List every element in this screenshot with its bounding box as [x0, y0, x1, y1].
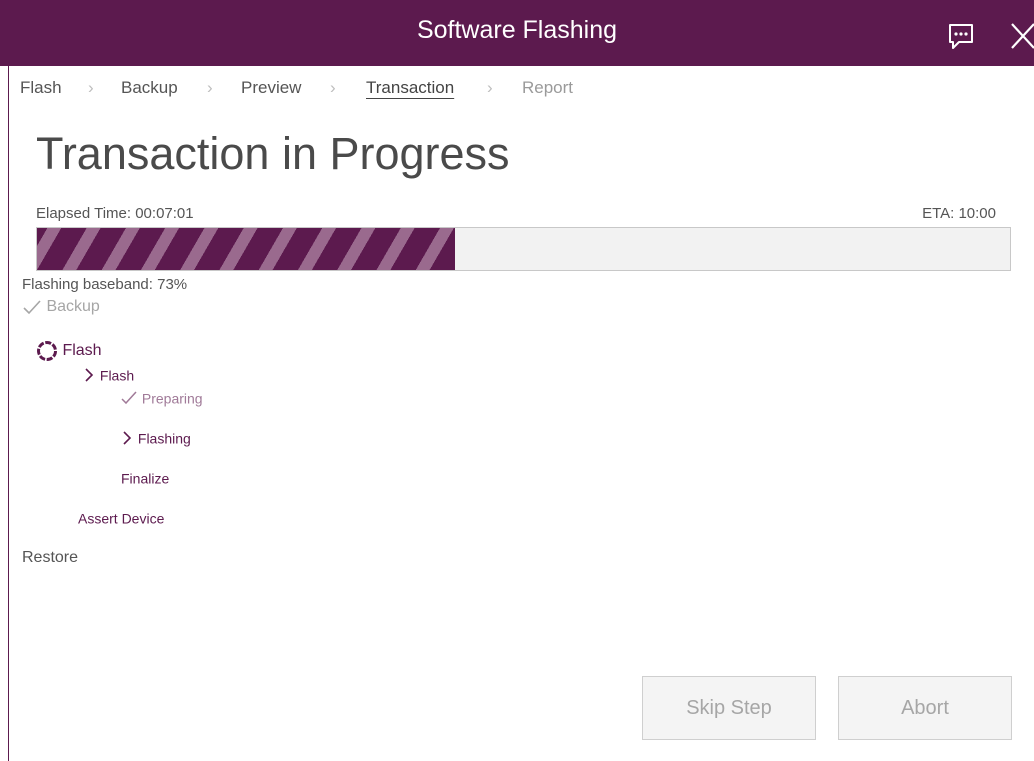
- breadcrumb-preview[interactable]: Preview: [241, 78, 301, 98]
- step-flashing: Flashing: [120, 429, 191, 447]
- breadcrumb-flash[interactable]: Flash: [20, 78, 62, 98]
- page-title: Transaction in Progress: [36, 128, 510, 179]
- step-label: Restore: [22, 549, 79, 566]
- chevron-right-icon: [85, 368, 94, 382]
- step-label: Backup: [46, 298, 100, 315]
- check-icon: [121, 391, 137, 405]
- close-icon: [1011, 23, 1034, 49]
- step-label: Flash: [62, 342, 102, 359]
- spinner-icon: [37, 341, 57, 361]
- progress-status: Flashing baseband: 73%: [22, 276, 188, 293]
- breadcrumb-separator-icon: ›: [330, 78, 336, 97]
- step-label: Flash: [99, 367, 135, 384]
- progress-bar: [36, 227, 1011, 271]
- feedback-button[interactable]: [945, 22, 979, 52]
- step-label: Preparing: [141, 390, 203, 407]
- title-bar: Software Flashing: [0, 0, 1034, 66]
- breadcrumb-separator-icon: ›: [207, 78, 213, 97]
- eta-time: ETA: 10:00: [922, 205, 996, 222]
- breadcrumb-separator-icon: ›: [487, 78, 493, 97]
- step-label: Finalize: [121, 470, 170, 487]
- breadcrumb-backup[interactable]: Backup: [121, 78, 178, 98]
- window-title: Software Flashing: [416, 16, 618, 44]
- step-label: Flashing: [137, 430, 191, 447]
- check-icon: [23, 300, 41, 315]
- breadcrumb-transaction[interactable]: Transaction: [366, 78, 454, 98]
- window-left-border: [8, 66, 9, 761]
- step-preparing: Preparing: [120, 389, 203, 406]
- skip-step-button[interactable]: Skip Step: [642, 676, 816, 740]
- progress-bar-fill: [37, 228, 456, 270]
- step-flash: Flash: [36, 340, 102, 362]
- step-label: Assert Device: [78, 510, 165, 527]
- close-button[interactable]: [1004, 18, 1034, 54]
- chevron-right-icon: [123, 431, 132, 445]
- breadcrumb-separator-icon: ›: [88, 78, 94, 97]
- step-flash-sub: Flash: [82, 366, 134, 384]
- chat-icon: [949, 24, 973, 49]
- abort-button[interactable]: Abort: [838, 676, 1012, 740]
- step-finalize: Finalize: [121, 469, 169, 486]
- elapsed-time: Elapsed Time: 00:07:01: [36, 205, 194, 222]
- breadcrumb-report: Report: [522, 78, 574, 97]
- step-restore: Restore: [22, 549, 78, 567]
- step-backup: Backup: [22, 298, 100, 316]
- step-assert-device: Assert Device: [78, 509, 164, 526]
